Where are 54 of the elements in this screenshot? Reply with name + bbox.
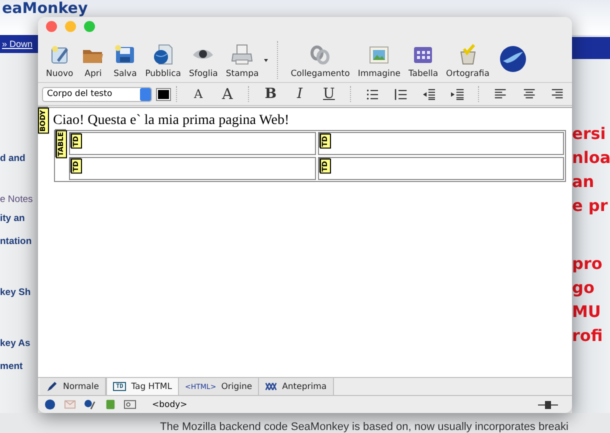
body-text: The Mozilla backend code SeaMonkey is based on, now usually incorporates breaki: [160, 421, 568, 433]
headline-text: pro: [572, 255, 604, 273]
italic-button[interactable]: I: [285, 86, 314, 102]
smaller-font-button[interactable]: A: [184, 87, 213, 101]
align-right-icon[interactable]: [551, 88, 564, 100]
align-center-icon[interactable]: [522, 88, 536, 100]
toolbar-button[interactable]: Ortografia: [442, 43, 494, 79]
site-logo: eaMonkey: [2, 0, 88, 17]
nav-link[interactable]: » Down: [2, 39, 33, 49]
toolbar-button[interactable]: Nuovo: [42, 43, 78, 79]
numbered-list-icon[interactable]: [394, 88, 407, 100]
toolbar-button[interactable]: Immagine: [354, 43, 404, 79]
text-color-swatch[interactable]: [157, 88, 170, 100]
outdent-icon[interactable]: [422, 88, 436, 100]
sidebar-link[interactable]: e Notes: [0, 194, 38, 205]
bullet-list-icon[interactable]: [366, 88, 378, 100]
align-left-icon[interactable]: [494, 88, 507, 100]
chain-link-icon: [308, 43, 332, 67]
element-path[interactable]: <body>: [152, 400, 530, 410]
sidebar-link[interactable]: d and: [0, 153, 38, 164]
sidebar-link[interactable]: ntation: [0, 236, 38, 247]
sidebar-link[interactable]: ity an: [0, 213, 38, 224]
toolbar-button[interactable]: Sfoglia: [184, 43, 222, 79]
sidebar-link[interactable]: key As: [0, 338, 38, 349]
paragraph-style-select[interactable]: Corpo del testo: [42, 86, 152, 102]
bold-button[interactable]: B: [256, 86, 286, 102]
mode-tab[interactable]: Normale: [40, 378, 106, 395]
headline-text: MU: [572, 303, 602, 321]
headline-text: e pr: [572, 197, 609, 215]
headline-text: an: [572, 173, 596, 191]
close-button[interactable]: [46, 21, 57, 32]
underline-button[interactable]: U: [314, 86, 344, 102]
globe-page-icon: [151, 43, 176, 67]
headline-text: ersi: [572, 125, 607, 143]
mode-tab[interactable]: Anteprima: [259, 378, 334, 395]
headline-text: nloa: [572, 149, 610, 167]
toolbar-button[interactable]: Pubblica: [141, 43, 185, 79]
toolbar-button[interactable]: Salva: [109, 43, 142, 79]
sidebar-link[interactable]: ment: [0, 361, 38, 372]
toolbar-button[interactable]: Stampa: [222, 43, 263, 79]
sidebar-link[interactable]: key Sh: [0, 287, 38, 298]
headline-text: go: [572, 279, 596, 297]
nav-bar: [572, 37, 610, 59]
toolbar-button[interactable]: Tabella: [404, 43, 442, 79]
indent-icon[interactable]: [451, 88, 464, 100]
headline-text: rofi: [572, 327, 604, 345]
larger-font-button[interactable]: A: [212, 85, 242, 103]
pen-icon: [46, 381, 58, 392]
seamonkey-logo-icon[interactable]: [499, 45, 528, 73]
toolbar-button[interactable]: Apri: [77, 43, 110, 79]
printer-icon: [230, 43, 254, 67]
crosses-icon: [265, 381, 278, 392]
toolbar-button[interactable]: Collegamento: [286, 43, 354, 79]
paragraph-text: Ciao! Questa e` la mia prima pagina Web!: [53, 113, 290, 129]
